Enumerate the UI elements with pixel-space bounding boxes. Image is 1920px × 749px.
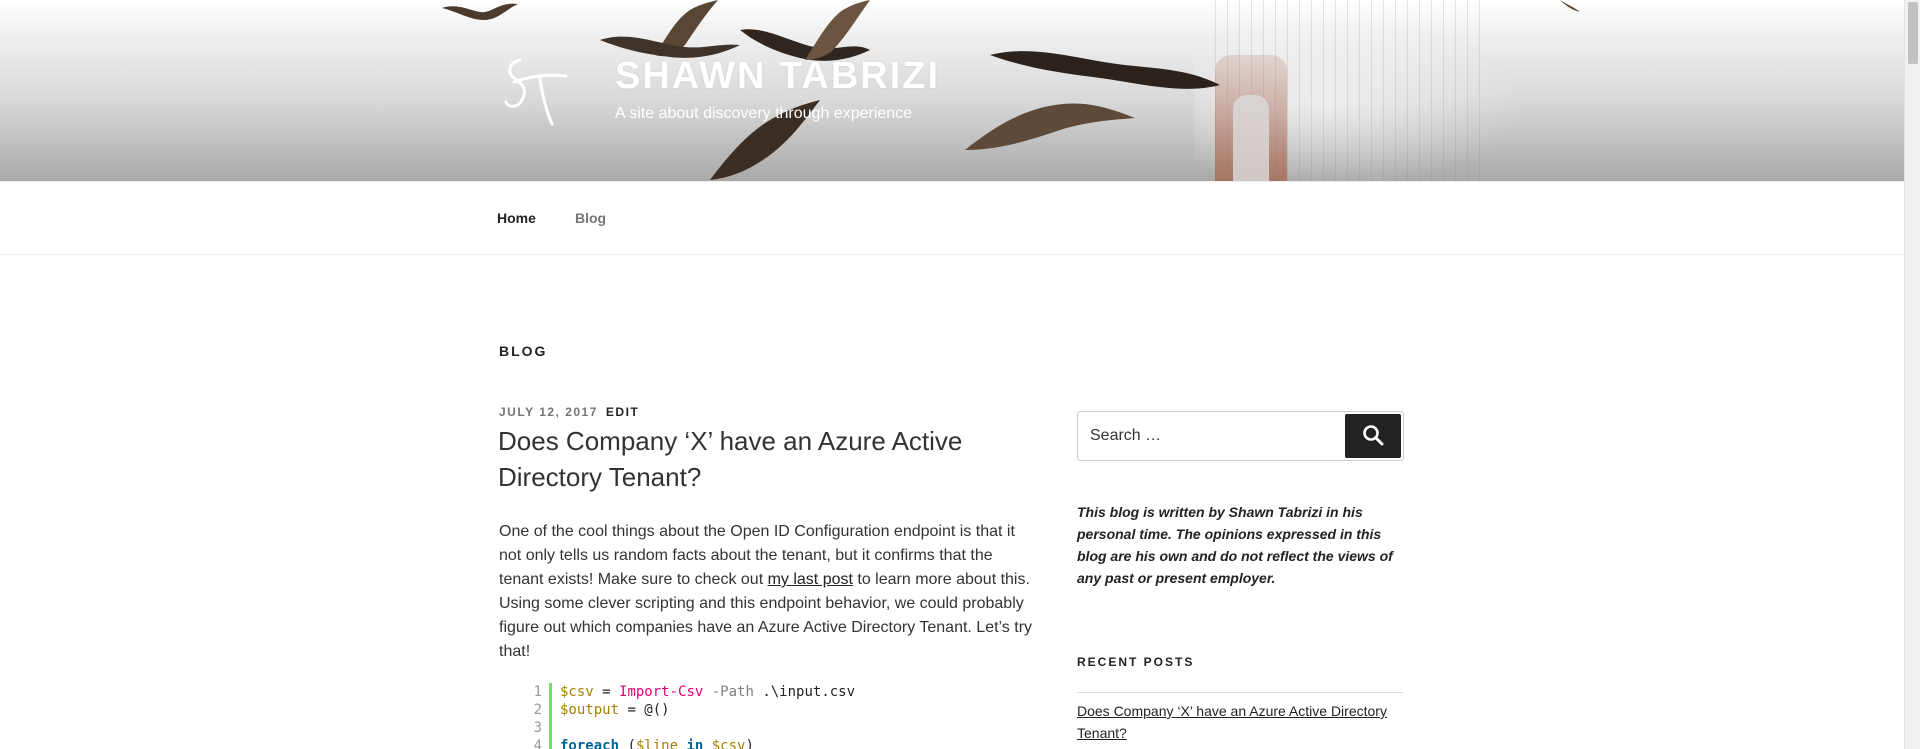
page-scrollbar[interactable] [1904,0,1920,749]
last-post-link[interactable]: my last post [768,571,853,588]
code-block: 1 2 3 4 $csv = Import-Csv -Path .\input.… [520,683,1040,749]
scrollbar-thumb[interactable] [1908,2,1918,64]
code-line: $output = @() [560,702,670,718]
site-header: SHAWN TABRIZI A site about discovery thr… [0,0,1904,181]
bridge-tower [1215,55,1287,181]
divider [1077,692,1404,693]
post-excerpt: One of the cool things about the Open ID… [499,520,1039,664]
pelican-image [442,3,518,20]
post-meta: JULY 12, 2017 EDIT [499,405,639,419]
code-lines: $csv = Import-Csv -Path .\input.csv $outp… [560,683,855,749]
recent-posts-heading: RECENT POSTS [1077,655,1195,669]
code-line: foreach ($line in $csv) [560,738,754,749]
site-title[interactable]: SHAWN TABRIZI [615,55,940,98]
post-date[interactable]: JULY 12, 2017 [499,405,598,419]
signature-logo[interactable] [500,48,580,128]
code-line: ​ [560,719,855,737]
search-input[interactable] [1078,412,1343,460]
line-number: 3 [533,720,542,736]
code-accent-bar [549,683,552,749]
line-number: 1 [533,684,542,700]
pelican-image [805,0,870,60]
search-form [1077,411,1404,461]
disclaimer-text: This blog is written by Shawn Tabrizi in… [1077,504,1393,586]
site-description: A site about discovery through experienc… [615,105,913,122]
pelican-image [1560,0,1580,12]
pelican-image [965,103,1135,150]
nav-item-home[interactable]: Home [497,210,536,226]
nav-item-blog[interactable]: Blog [575,210,606,226]
recent-post-link[interactable]: Does Company ‘X’ have an Azure Active Di… [1077,700,1407,744]
page-title: BLOG [499,343,548,359]
code-line: $csv = Import-Csv -Path .\input.csv [560,684,856,700]
search-icon [1363,424,1384,445]
code-line-numbers: 1 2 3 4 [520,683,542,749]
edit-link[interactable]: EDIT [606,405,639,419]
main-navigation: Home Blog [0,181,1904,255]
line-number: 4 [533,738,542,749]
line-number: 2 [533,702,542,718]
search-button[interactable] [1345,414,1401,458]
post-title[interactable]: Does Company ‘X’ have an Azure Active Di… [498,423,1038,495]
